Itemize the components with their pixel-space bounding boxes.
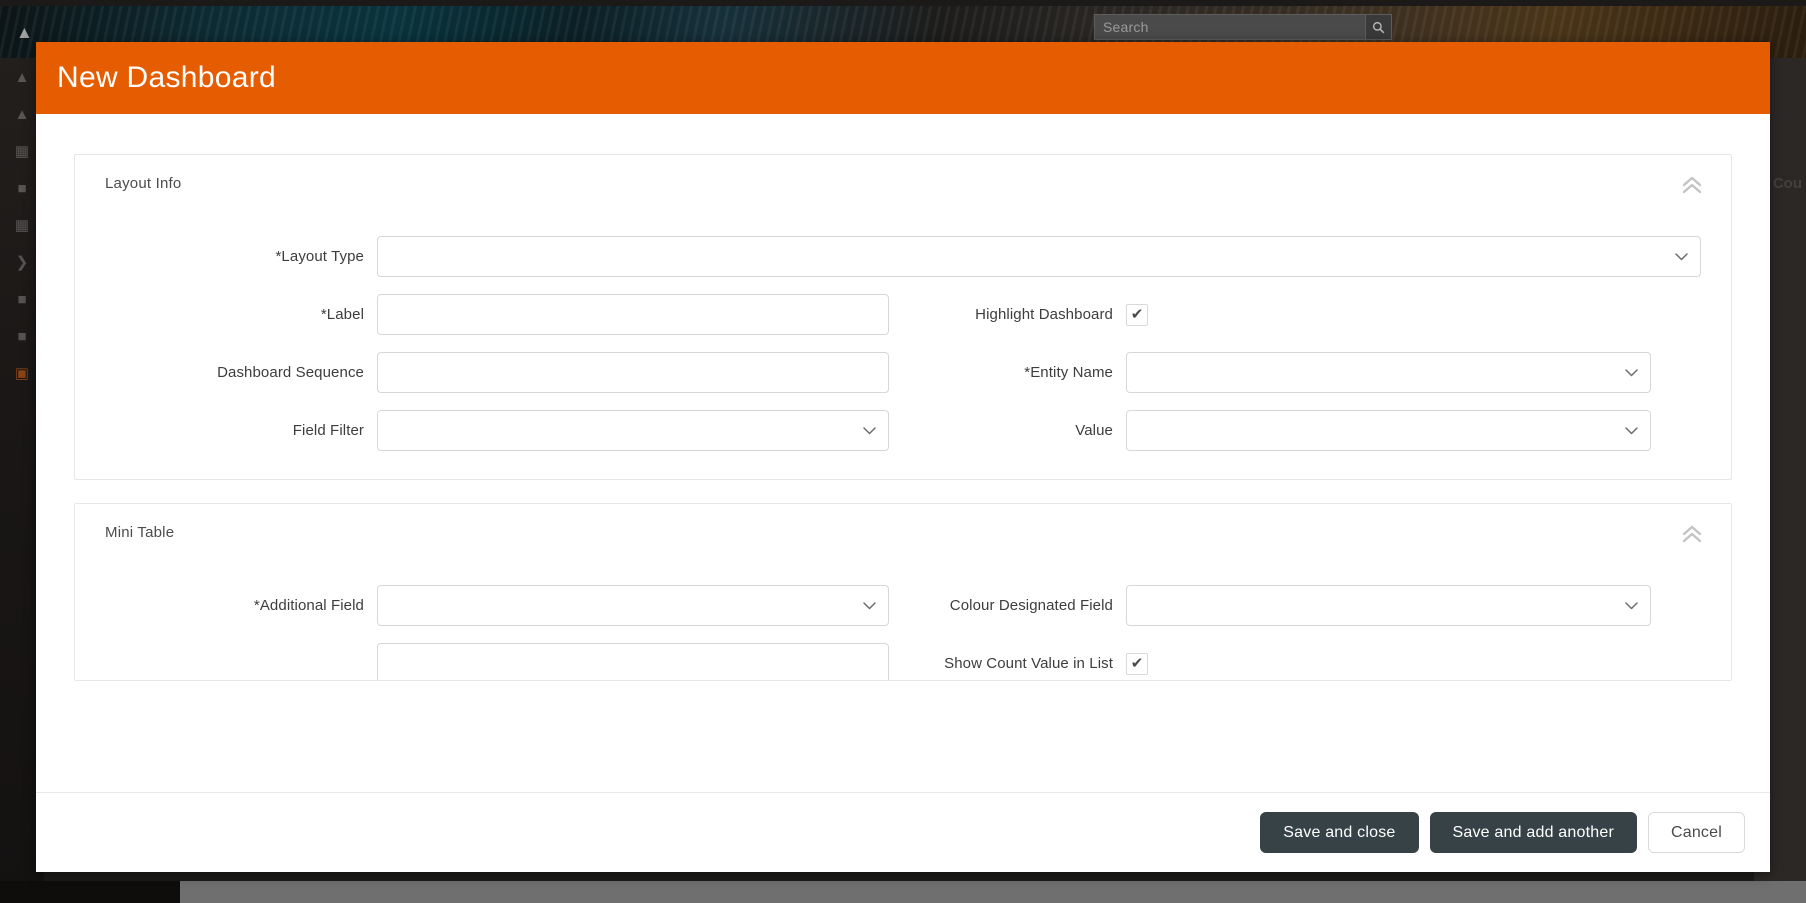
global-search-button[interactable] [1365, 14, 1392, 40]
global-search-placeholder: Search [1103, 19, 1149, 35]
double-chevron-up-icon[interactable] [1677, 521, 1707, 547]
highlight-dashboard-checkbox[interactable]: ✔ [1126, 303, 1148, 326]
dialog-header: New Dashboard [36, 42, 1770, 114]
chevron-down-icon [1625, 601, 1638, 609]
alert-icon[interactable]: ▲ [11, 103, 33, 125]
form-row-dashboard-sequence: Dashboard Sequence *Entity Name [105, 352, 1701, 393]
chevron-down-icon [863, 601, 876, 609]
background-right-panel-text: Cou [1772, 175, 1802, 192]
colour-designated-field-select[interactable] [1126, 585, 1651, 626]
form-row-show-count-value: Show Count Value in List ✔ [105, 643, 1701, 680]
section-mini-table: Mini Table *Additional Field Colour Desi… [74, 503, 1732, 681]
chevron-down-icon [1625, 426, 1638, 434]
show-count-value-in-list-checkbox[interactable]: ✔ [1126, 652, 1148, 675]
person-icon[interactable]: ▲ [11, 66, 33, 88]
document-icon[interactable]: ■ [11, 288, 33, 310]
section-title-layout-info: Layout Info [105, 175, 182, 192]
chevron-down-icon [1625, 368, 1638, 376]
new-dashboard-dialog: New Dashboard Layout Info *Layout Type *… [36, 42, 1770, 872]
chevron-down-icon [1675, 252, 1688, 260]
cancel-button[interactable]: Cancel [1647, 812, 1745, 853]
grid-icon[interactable]: ▦ [11, 140, 33, 162]
page-title: New Dashboard [57, 61, 277, 94]
label-field-filter: Field Filter [292, 422, 364, 439]
search-icon [1372, 21, 1385, 33]
form-row-additional-field: *Additional Field Colour Designated Fiel… [105, 585, 1701, 626]
document-alt-icon[interactable]: ■ [11, 325, 33, 347]
entity-name-select[interactable] [1126, 352, 1651, 393]
mini-table-extra-select[interactable] [377, 643, 889, 680]
background-bottom-left [0, 881, 180, 903]
label-value: Value [1075, 422, 1113, 439]
value-select[interactable] [1126, 410, 1651, 451]
background-bottom-strip [180, 881, 1806, 903]
chevron-down-icon [863, 426, 876, 434]
label-additional-field: *Additional Field [253, 597, 364, 614]
label-dashboard-sequence: Dashboard Sequence [217, 364, 364, 381]
form-row-field-filter: Field Filter Value [105, 410, 1701, 451]
list-icon[interactable]: ■ [11, 177, 33, 199]
save-and-add-another-button[interactable]: Save and add another [1429, 812, 1637, 853]
label-highlight-dashboard: Highlight Dashboard [975, 306, 1113, 323]
layout-type-select[interactable] [377, 236, 1701, 277]
label-colour-designated-field: Colour Designated Field [949, 597, 1113, 614]
app-logo-icon: ▲ [16, 23, 33, 42]
label-label: *Label [320, 306, 364, 323]
label-show-count-value-in-list: Show Count Value in List [944, 655, 1113, 672]
section-layout-info: Layout Info *Layout Type *Label Highligh… [74, 154, 1732, 480]
save-and-close-button[interactable]: Save and close [1260, 812, 1419, 853]
field-filter-select[interactable] [377, 410, 889, 451]
label-input[interactable] [377, 294, 889, 335]
double-chevron-up-icon[interactable] [1677, 172, 1707, 198]
dialog-footer: Save and close Save and add another Canc… [36, 792, 1770, 872]
additional-field-select[interactable] [377, 585, 889, 626]
label-layout-type: *Layout Type [275, 248, 364, 265]
image-icon[interactable]: ▣ [11, 362, 33, 384]
dialog-body: Layout Info *Layout Type *Label Highligh… [36, 114, 1770, 792]
label-entity-name: *Entity Name [1024, 364, 1113, 381]
apps-icon[interactable]: ▦ [11, 214, 33, 236]
section-title-mini-table: Mini Table [105, 524, 175, 541]
chevron-right-icon[interactable]: ❯ [11, 251, 33, 273]
dashboard-sequence-input[interactable] [377, 352, 889, 393]
form-row-layout-type: *Layout Type [105, 236, 1701, 277]
global-search-input[interactable]: Search [1094, 14, 1369, 40]
form-row-label: *Label Highlight Dashboard ✔ [105, 294, 1701, 335]
